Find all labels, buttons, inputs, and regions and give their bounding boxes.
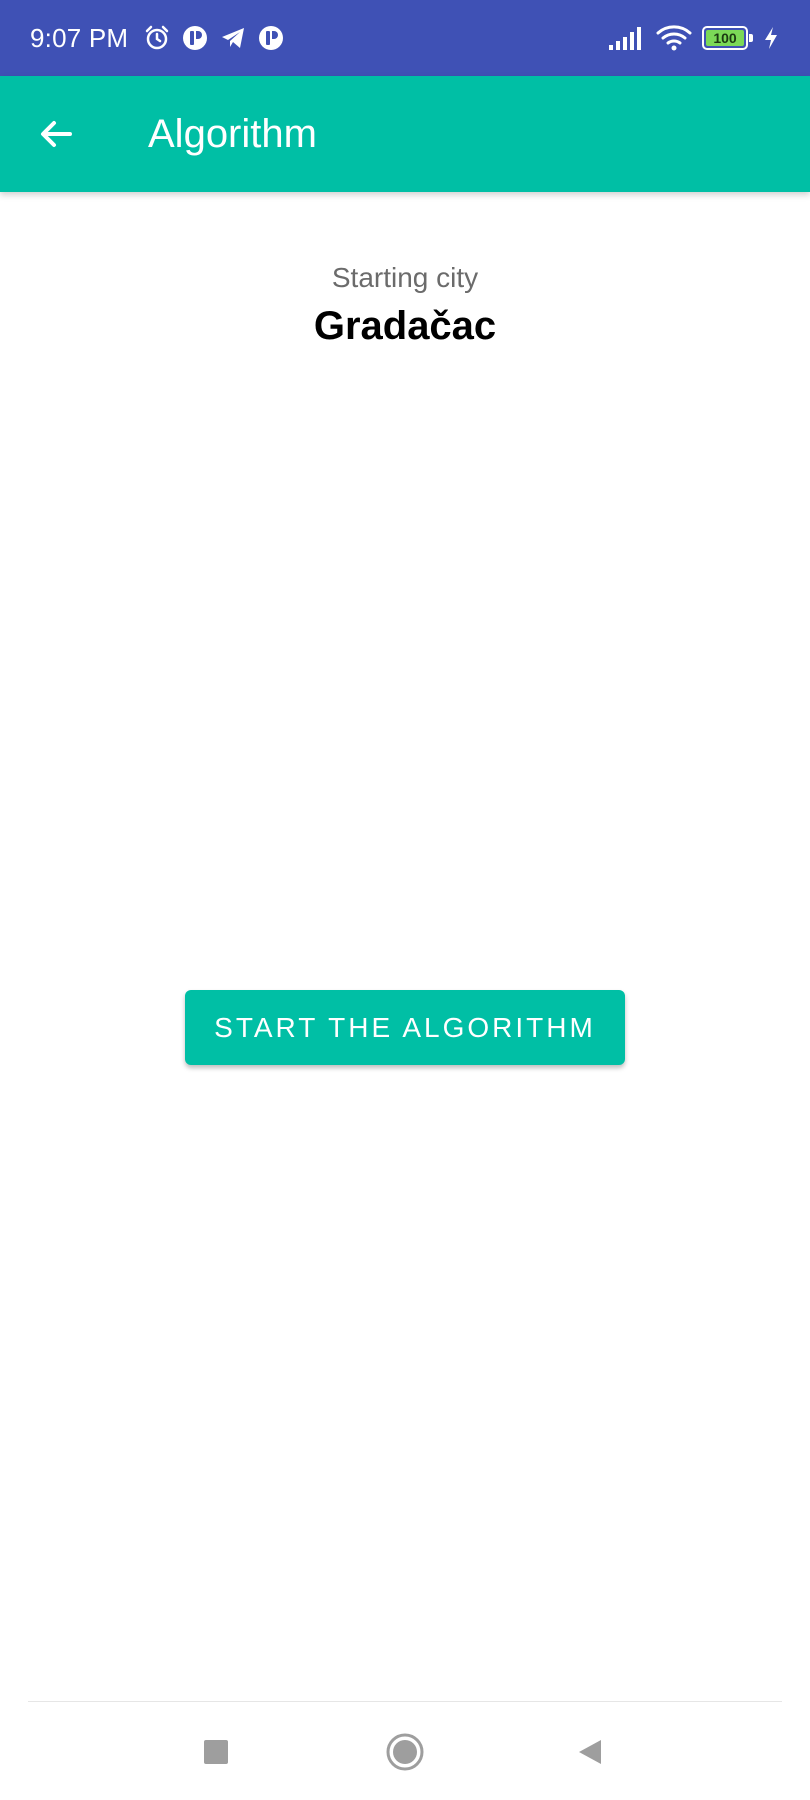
back-button[interactable] [28,106,84,162]
status-right: 100 [608,23,780,53]
home-icon [386,1733,424,1771]
battery-tip [749,34,753,42]
app-notification-icon [180,23,210,53]
starting-city-value: Gradačac [313,304,497,348]
page-title: Algorithm [148,111,317,156]
start-algorithm-button[interactable]: START THE ALGORITHM [185,990,625,1065]
nav-back-button[interactable] [568,1730,612,1774]
cellular-signal-icon [608,23,646,53]
app-notification-icon [256,23,286,53]
status-time: 9:07 PM [30,22,129,53]
wifi-icon [656,23,692,53]
battery-icon: 100 [702,26,753,50]
arrow-back-icon [41,121,72,147]
navigation-bar [0,1702,810,1800]
charging-icon [762,23,780,53]
alarm-icon [142,23,172,53]
starting-city-label: Starting city [331,262,479,293]
recents-button[interactable] [194,1730,238,1774]
battery-level: 100 [713,30,737,46]
recents-icon [204,1740,228,1764]
telegram-icon [218,23,248,53]
app-bar: Algorithm [0,76,810,192]
status-bar: 9:07 PM 100 [0,0,810,76]
home-button[interactable] [383,1730,427,1774]
status-left: 9:07 PM [30,23,286,54]
back-icon [579,1740,601,1764]
screen: 9:07 PM 100 Algorithm Starting city Grad… [0,0,810,1800]
